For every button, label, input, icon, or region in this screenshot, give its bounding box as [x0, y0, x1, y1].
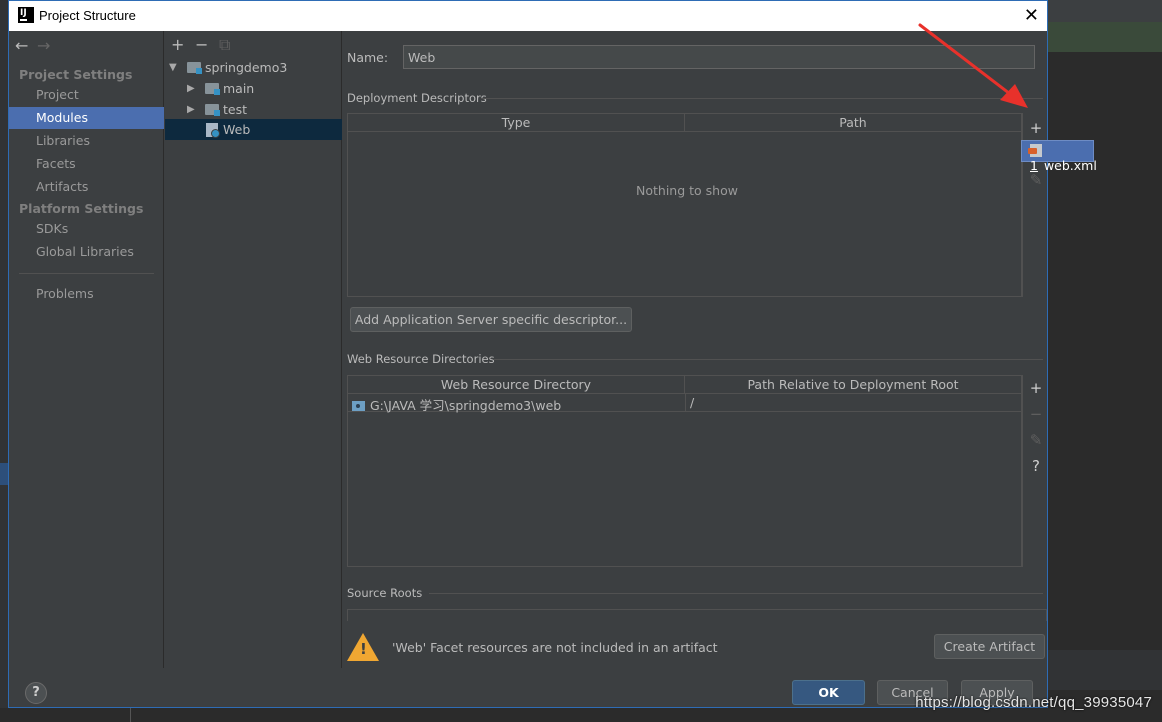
column-header-type[interactable]: Type — [348, 114, 685, 131]
table-header: Web Resource Directory Path Relative to … — [348, 376, 1021, 394]
create-artifact-button[interactable]: Create Artifact — [934, 634, 1045, 659]
ide-bottom-panel — [1048, 650, 1162, 690]
ide-notification-bar — [1048, 22, 1162, 52]
watermark: https://blog.csdn.net/qq_39935047 — [915, 694, 1152, 711]
ide-left-gutter — [0, 0, 8, 722]
ide-tab-bar — [1048, 0, 1162, 22]
ide-gutter-marker — [0, 463, 8, 485]
copy-module-icon[interactable]: ⧉ — [219, 35, 243, 55]
module-tree-panel: + − ⧉ ▼ springdemo3 ▶ main ▶ test Web — [165, 31, 342, 668]
sidebar-item-global-libraries[interactable]: Global Libraries — [9, 241, 164, 263]
column-header-directory[interactable]: Web Resource Directory — [348, 376, 685, 393]
tree-node-main[interactable]: ▶ main — [165, 78, 342, 99]
remove-icon[interactable]: − — [1023, 405, 1049, 423]
tree-toolbar: + − ⧉ — [171, 35, 243, 55]
sidebar-item-project[interactable]: Project — [9, 84, 164, 106]
tree-node-web[interactable]: Web — [165, 119, 342, 140]
dialog-title: Project Structure — [39, 8, 136, 23]
project-settings-header: Project Settings — [19, 67, 133, 82]
ok-button[interactable]: OK — [792, 680, 865, 705]
web-resource-directories-title: Web Resource Directories — [347, 352, 495, 366]
column-header-relative-path[interactable]: Path Relative to Deployment Root — [685, 376, 1021, 393]
collapsed-triangle-icon[interactable]: ▶ — [187, 104, 195, 115]
relative-path-cell: / — [690, 395, 695, 410]
web-facet-icon — [206, 123, 220, 138]
deployment-descriptors-table: Type Path Nothing to show — [347, 113, 1022, 297]
name-label: Name: — [347, 50, 389, 65]
tree-label: main — [223, 81, 255, 96]
popup-item-number: 1 — [1030, 158, 1038, 173]
warning-text: 'Web' Facet resources are not included i… — [392, 640, 718, 655]
sidebar-item-modules[interactable]: Modules — [9, 107, 164, 129]
ide-status-divider — [130, 708, 131, 722]
sidebar-item-problems[interactable]: Problems — [9, 283, 164, 305]
remove-module-icon[interactable]: − — [195, 35, 219, 54]
settings-sidebar: ← → Project Settings Project Modules Libr… — [9, 31, 164, 668]
collapsed-triangle-icon[interactable]: ▶ — [187, 83, 195, 94]
xml-file-icon — [1028, 144, 1042, 157]
tree-node-test[interactable]: ▶ test — [165, 99, 342, 120]
help-button[interactable]: ? — [25, 682, 47, 704]
empty-table-message: Nothing to show — [636, 183, 738, 198]
project-structure-dialog: IJ Project Structure ✕ ← → Project Settin… — [8, 0, 1048, 708]
tree-node-springdemo3[interactable]: ▼ springdemo3 — [165, 57, 342, 78]
source-roots-list — [347, 609, 1047, 621]
sidebar-item-sdks[interactable]: SDKs — [9, 218, 164, 240]
web-folder-icon — [352, 401, 365, 411]
expanded-triangle-icon[interactable]: ▼ — [169, 62, 177, 73]
deployment-descriptors-title: Deployment Descriptors — [347, 91, 487, 105]
table-row[interactable]: G:\JAVA 学习\springdemo3\web / — [348, 394, 1021, 414]
group-divider — [429, 593, 1043, 594]
directory-cell: G:\JAVA 学习\springdemo3\web — [352, 395, 561, 414]
module-folder-icon — [187, 62, 202, 74]
group-divider — [493, 359, 1043, 360]
directory-path: G:\JAVA 学习\springdemo3\web — [370, 398, 562, 413]
descriptor-popup-item[interactable]: 1 web.xml — [1021, 140, 1097, 173]
forward-arrow-icon[interactable]: → — [37, 36, 59, 55]
tree-label: springdemo3 — [205, 60, 288, 75]
add-module-icon[interactable]: + — [171, 35, 195, 54]
warning-icon-mark: ! — [360, 640, 367, 658]
nav-arrows: ← → — [15, 36, 59, 56]
module-folder-icon — [205, 83, 220, 95]
sidebar-item-artifacts[interactable]: Artifacts — [9, 176, 164, 198]
sidebar-divider — [19, 273, 154, 274]
tree-label: test — [223, 102, 248, 117]
sidebar-item-libraries[interactable]: Libraries — [9, 130, 164, 152]
popup-item-label: web.xml — [1043, 158, 1097, 173]
edit-icon[interactable]: ✎ — [1023, 171, 1049, 189]
back-arrow-icon[interactable]: ← — [15, 36, 37, 55]
platform-settings-header: Platform Settings — [19, 201, 144, 216]
annotation-arrow-icon — [918, 23, 1028, 108]
dialog-titlebar: IJ Project Structure ✕ — [9, 1, 1047, 31]
help-icon[interactable]: ? — [1023, 457, 1049, 475]
add-icon[interactable]: + — [1023, 379, 1049, 397]
column-divider — [685, 394, 686, 411]
resource-tools: + − ✎ ? — [1022, 375, 1048, 567]
module-folder-icon — [205, 104, 220, 116]
sidebar-item-facets[interactable]: Facets — [9, 153, 164, 175]
edit-icon[interactable]: ✎ — [1023, 431, 1049, 449]
intellij-app-icon: IJ — [18, 7, 34, 23]
tree-label: Web — [223, 122, 251, 137]
web-resource-table: Web Resource Directory Path Relative to … — [347, 375, 1022, 567]
add-server-descriptor-button[interactable]: Add Application Server specific descript… — [350, 307, 632, 332]
source-roots-title: Source Roots — [347, 586, 423, 600]
